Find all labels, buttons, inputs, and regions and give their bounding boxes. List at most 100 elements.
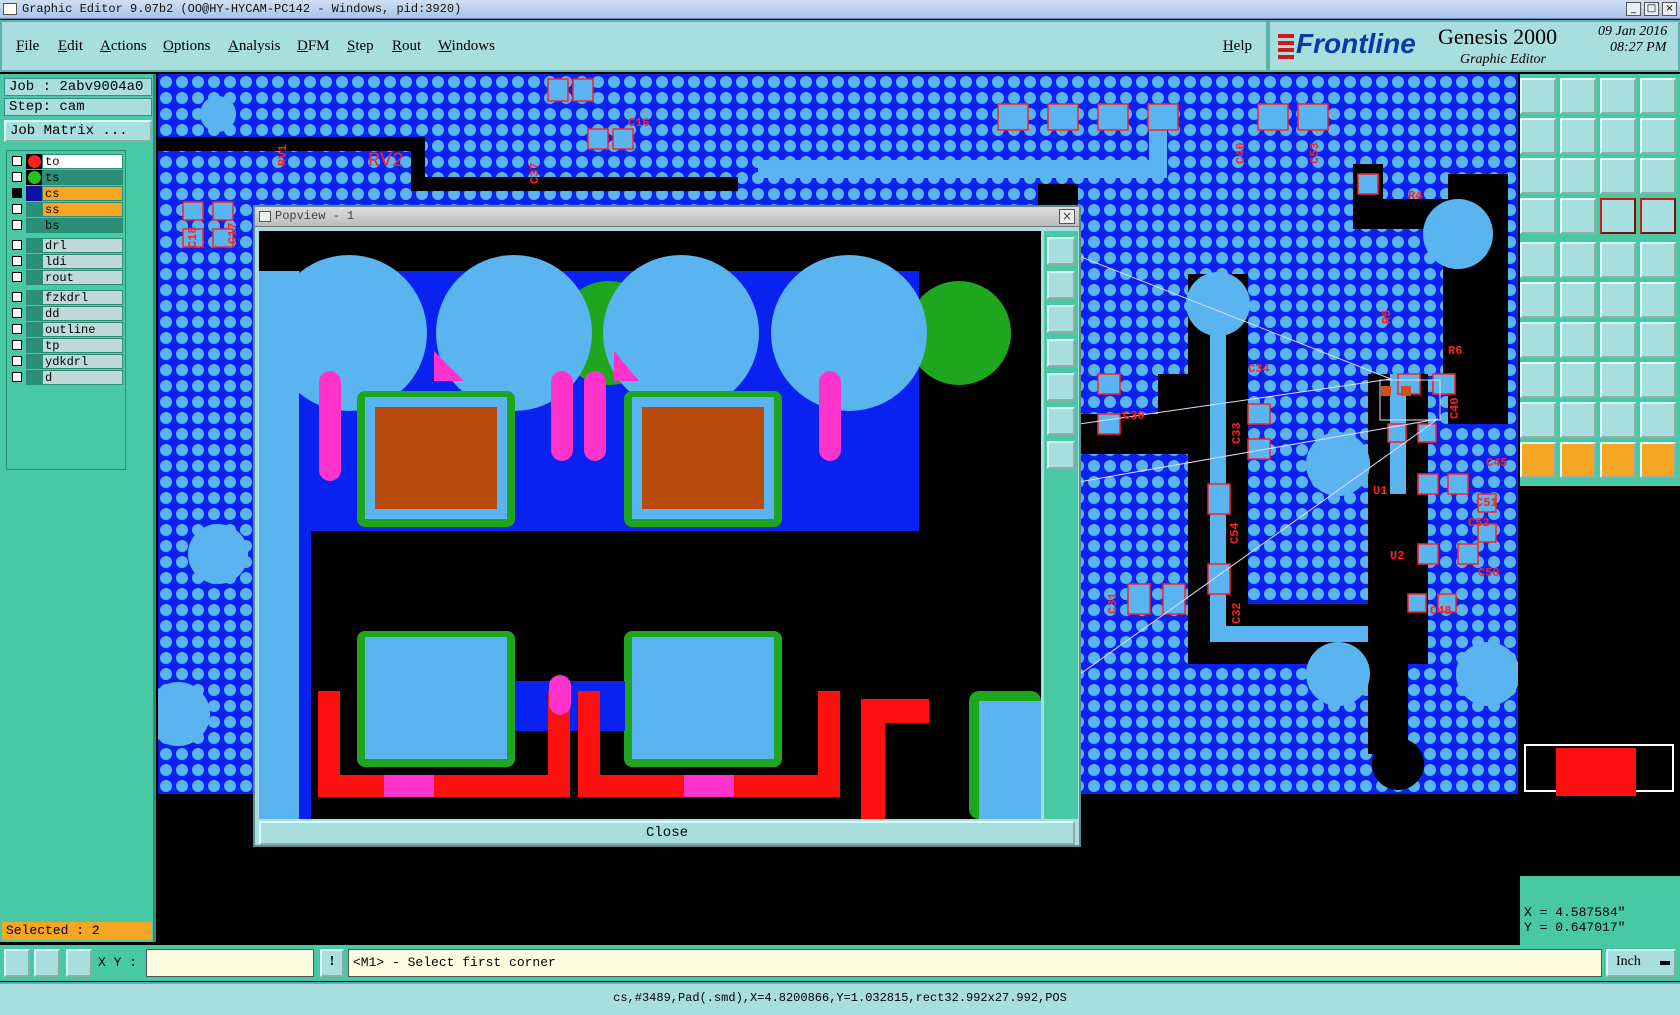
layer-checkbox[interactable]	[12, 372, 22, 382]
group-icon[interactable]	[1640, 362, 1676, 398]
minus-icon[interactable]	[1560, 362, 1596, 398]
pan-right-icon[interactable]	[1047, 373, 1075, 401]
zoom-fit-icon[interactable]	[1047, 407, 1075, 435]
alert-icon[interactable]: !	[320, 949, 344, 977]
layer-checkbox[interactable]	[12, 256, 22, 266]
layer-checkbox[interactable]	[12, 240, 22, 250]
layer-row-ydkdrl[interactable]: ydkdrl	[10, 354, 123, 369]
zoom-in-icon[interactable]	[1047, 237, 1075, 265]
popview-canvas[interactable]	[259, 231, 1041, 819]
layer-row-dd[interactable]: dd	[10, 306, 123, 321]
measure-icon[interactable]	[4, 949, 30, 977]
settings-icon[interactable]	[1520, 198, 1556, 234]
angle-icon[interactable]	[1520, 322, 1556, 358]
zoom-area-icon[interactable]	[1560, 78, 1596, 114]
popview-titlebar[interactable]: Popview - 1 ×	[255, 207, 1079, 227]
layer-row-outline[interactable]: outline	[10, 322, 123, 337]
zoom-page-icon[interactable]	[1520, 78, 1556, 114]
layer-checkbox[interactable]	[12, 324, 22, 334]
layer-row-ts[interactable]: ts	[10, 170, 123, 185]
layer-checkbox[interactable]	[12, 292, 22, 302]
home-icon[interactable]	[1600, 78, 1636, 114]
layer-checkbox[interactable]	[12, 220, 22, 230]
menu-file[interactable]: File	[16, 38, 39, 55]
redraw-icon[interactable]	[1600, 118, 1636, 154]
layer-checkbox[interactable]	[12, 308, 22, 318]
grid-icon[interactable]	[1560, 198, 1596, 234]
layer-row-ss[interactable]: ss	[10, 202, 123, 217]
rotate-icon[interactable]	[1600, 322, 1636, 358]
overview-pane[interactable]	[1520, 486, 1680, 876]
add-pad-icon[interactable]	[1520, 242, 1556, 278]
line-icon[interactable]	[1560, 322, 1596, 358]
help-icon[interactable]	[1640, 158, 1676, 194]
menu-step[interactable]: Step	[347, 38, 374, 55]
popview-close-button[interactable]: Close	[259, 821, 1075, 845]
pan-left-icon[interactable]	[1047, 339, 1075, 367]
move-icon[interactable]	[1600, 282, 1636, 318]
layer-checkbox[interactable]	[12, 272, 22, 282]
layer-checkbox[interactable]	[12, 204, 22, 214]
select-area-icon[interactable]	[1560, 442, 1596, 478]
menu-windows[interactable]: Windows	[438, 38, 495, 55]
snap-pad-icon[interactable]	[1520, 362, 1556, 398]
menu-edit[interactable]: Edit	[58, 38, 83, 55]
zoom-window-icon[interactable]	[1640, 78, 1676, 114]
features-filter-icon[interactable]	[1600, 198, 1636, 234]
layer-row-cs[interactable]: cs	[10, 186, 123, 201]
layer-row-tp[interactable]: tp	[10, 338, 123, 353]
pan-right-icon[interactable]	[1560, 118, 1596, 154]
menu-dfm[interactable]: DFM	[297, 38, 330, 55]
features-list-icon[interactable]	[1640, 198, 1676, 234]
zoom-fit-icon[interactable]	[1520, 158, 1556, 194]
select-poly-icon[interactable]	[1600, 442, 1636, 478]
pan-down-icon[interactable]	[1047, 305, 1075, 333]
pan-up-icon[interactable]	[1047, 271, 1075, 299]
minimize-button[interactable]: _	[1626, 2, 1641, 16]
job-matrix-button[interactable]: Job Matrix ...	[4, 120, 152, 142]
layer-row-d[interactable]: d	[10, 370, 123, 385]
layer-row-drl[interactable]: drl	[10, 238, 123, 253]
pan-left-icon[interactable]	[1520, 118, 1556, 154]
menu-help[interactable]: Help	[1223, 38, 1252, 55]
arc-3pt-icon[interactable]	[1640, 402, 1676, 438]
add-surface-icon[interactable]	[1560, 242, 1596, 278]
zoom-home-icon[interactable]	[1047, 441, 1075, 469]
layer-row-ldi[interactable]: ldi	[10, 254, 123, 269]
layer-row-to[interactable]: to	[10, 154, 123, 169]
zoom-center-icon[interactable]	[1560, 158, 1596, 194]
ruler-icon[interactable]	[1600, 242, 1636, 278]
xy-input[interactable]	[146, 949, 314, 977]
arc-center-icon[interactable]	[1600, 402, 1636, 438]
resize-icon[interactable]	[1600, 362, 1636, 398]
layer-checkbox[interactable]	[12, 356, 22, 366]
menu-options[interactable]: Options	[163, 38, 211, 55]
menu-actions[interactable]: Actions	[100, 38, 147, 55]
snap-icon[interactable]	[1640, 118, 1676, 154]
arc-icon[interactable]	[1560, 402, 1596, 438]
menu-analysis[interactable]: Analysis	[228, 38, 281, 55]
layer-checkbox[interactable]	[12, 340, 22, 350]
copy-icon[interactable]	[1640, 282, 1676, 318]
popview-close-icon[interactable]: ×	[1059, 209, 1075, 224]
delete-icon[interactable]	[1560, 282, 1596, 318]
layer-row-bs[interactable]: bs	[10, 218, 123, 233]
triangle-icon[interactable]	[1520, 402, 1556, 438]
circle-icon[interactable]	[1640, 242, 1676, 278]
units-selector[interactable]: Inch	[1606, 949, 1676, 977]
layer-row-fzkdrl[interactable]: fzkdrl	[10, 290, 123, 305]
close-window-button[interactable]: ×	[1662, 2, 1677, 16]
connect-icon[interactable]	[1520, 282, 1556, 318]
scale-1-2-icon[interactable]	[1600, 158, 1636, 194]
grid-snap-icon[interactable]	[66, 949, 92, 977]
select-net-icon[interactable]	[1640, 442, 1676, 478]
layer-checkbox[interactable]	[12, 156, 22, 166]
maximize-button[interactable]: □	[1644, 2, 1659, 16]
layer-row-rout[interactable]: rout	[10, 270, 123, 285]
layer-checkbox[interactable]	[12, 172, 22, 182]
snap-angle-icon[interactable]	[34, 949, 60, 977]
select-pointer-icon[interactable]	[1520, 442, 1556, 478]
menu-rout[interactable]: Rout	[392, 38, 421, 55]
layer-checkbox[interactable]	[12, 188, 22, 198]
mirror-icon[interactable]	[1640, 322, 1676, 358]
